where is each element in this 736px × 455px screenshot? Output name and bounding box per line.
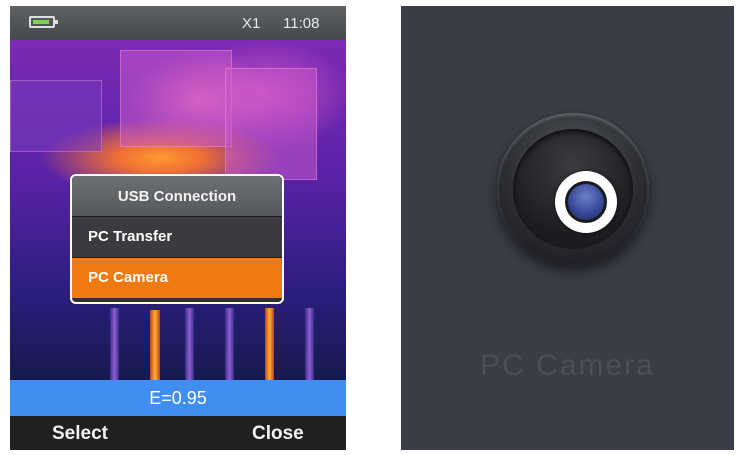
close-button[interactable]: Close [252, 423, 304, 445]
pc-camera-label: PC Camera [480, 349, 655, 382]
zoom-level: X1 [242, 15, 261, 32]
status-bar: X1 11:08 [10, 6, 346, 40]
battery-icon [29, 16, 58, 28]
camera-icon [497, 113, 649, 265]
clock: 11:08 [283, 15, 320, 32]
thermal-camera-screen: X1 11:08 USB Connection PC Transfer PC C… [10, 6, 346, 450]
select-button[interactable]: Select [52, 423, 108, 445]
pc-camera-screen: PC Camera [401, 6, 734, 450]
menu-title: USB Connection [72, 176, 282, 216]
softkey-bar: Select Close [10, 416, 346, 450]
emissivity-bar: E=0.95 [10, 380, 346, 416]
usb-connection-menu: USB Connection PC Transfer PC Camera [70, 174, 284, 304]
menu-item-pc-transfer[interactable]: PC Transfer [72, 216, 282, 257]
menu-item-pc-camera[interactable]: PC Camera [72, 257, 282, 298]
